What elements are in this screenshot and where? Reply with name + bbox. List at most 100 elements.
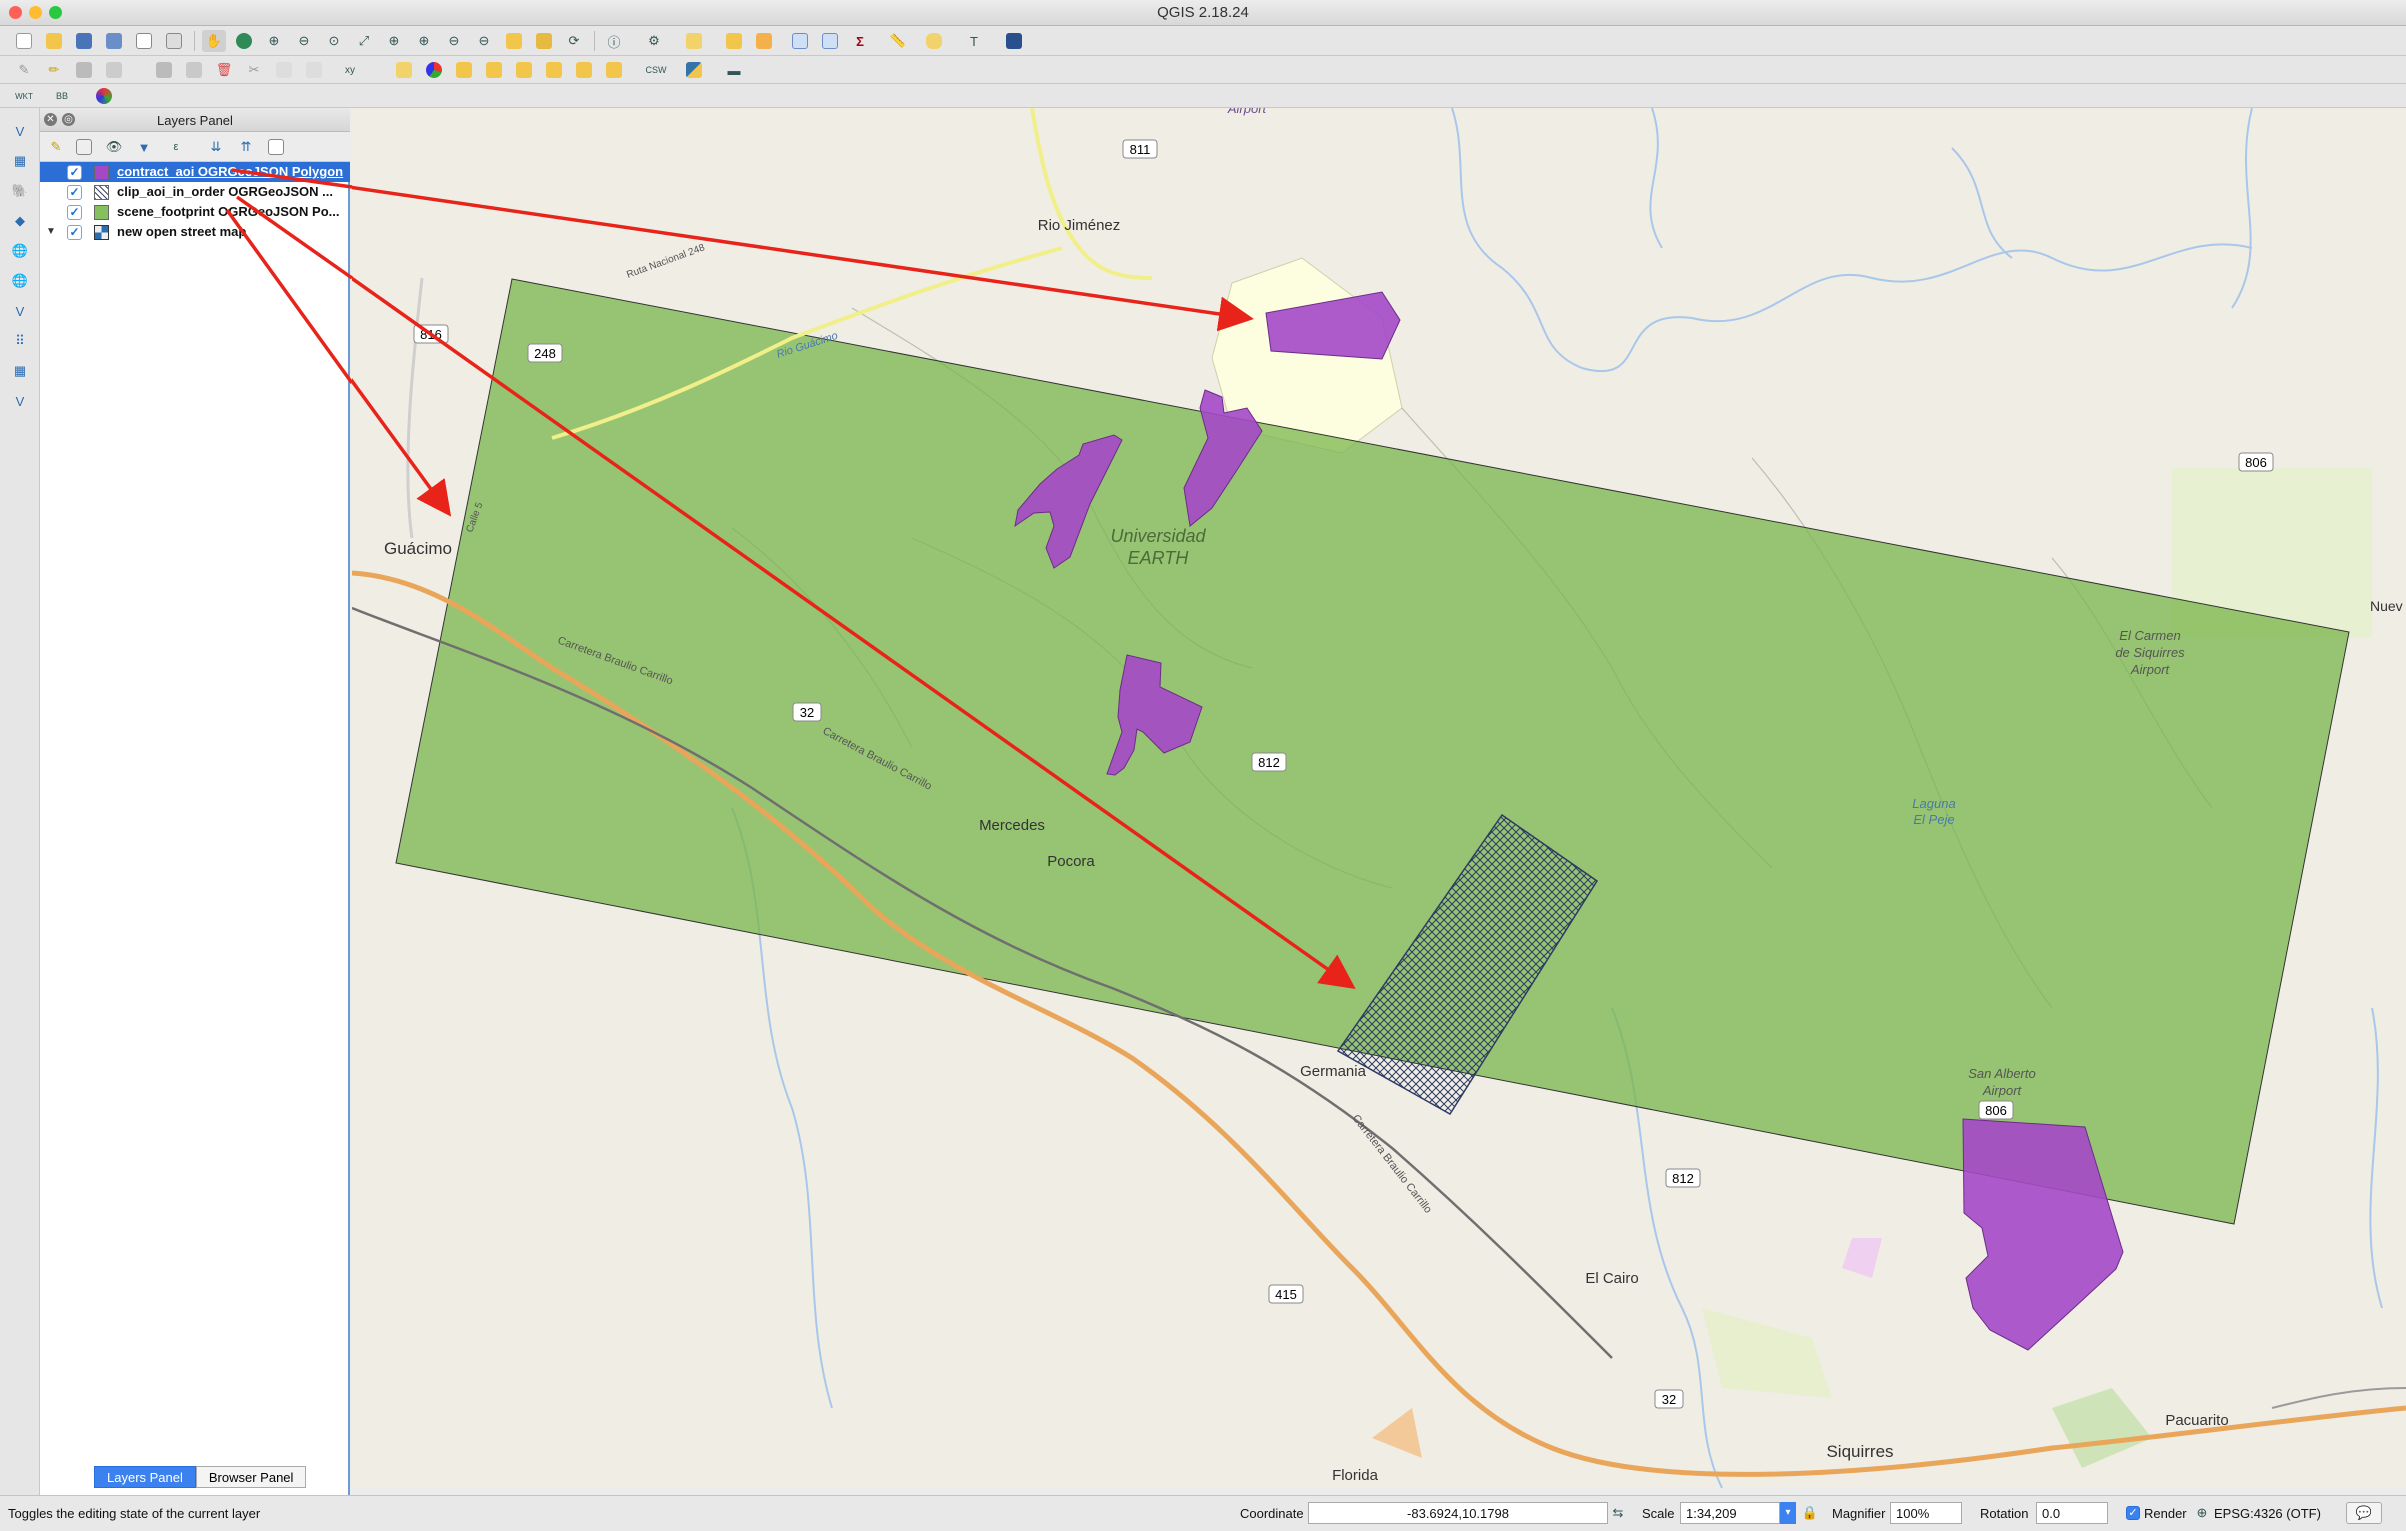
csw-icon[interactable]: CSW <box>644 59 668 81</box>
node-tool-icon[interactable] <box>182 59 206 81</box>
copy-features-icon[interactable] <box>272 59 296 81</box>
add-virtual-layer-icon[interactable]: ▦ <box>8 360 32 382</box>
add-wcs-layer-icon[interactable]: 🌐 <box>8 270 32 292</box>
refresh-icon[interactable]: ⟳ <box>562 30 586 52</box>
layer-toolbar: V ▦ 🐘 ◆ 🌐 🌐 V ⠿ ▦ V <box>0 108 40 1495</box>
zoom-full-icon[interactable]: ⤢ <box>352 30 376 52</box>
open-project-icon[interactable] <box>42 30 66 52</box>
zoom-to-selection-icon[interactable]: ⊕ <box>382 30 406 52</box>
crs-icon[interactable]: ⊕ <box>2190 1502 2214 1524</box>
layer-visibility-checkbox[interactable]: ✓ <box>67 185 82 200</box>
new-print-composer-icon[interactable] <box>132 30 156 52</box>
scale-dropdown-icon[interactable]: ▾ <box>1780 1502 1796 1524</box>
highlight-pinned-icon[interactable] <box>482 59 506 81</box>
road-label: Carretera Braulio Carrillo <box>1350 1112 1434 1215</box>
zoom-in-icon[interactable]: ⊕ <box>262 30 286 52</box>
new-bookmark-icon[interactable] <box>502 30 526 52</box>
layer-visibility-checkbox[interactable]: ✓ <box>67 225 82 240</box>
save-as-icon[interactable] <box>102 30 126 52</box>
layer-item-contract-aoi[interactable]: ✓ contract_aoi OGRGeoJSON Polygon <box>40 162 350 182</box>
layer-item-clip-aoi[interactable]: ✓ clip_aoi_in_order OGRGeoJSON ... <box>40 182 350 202</box>
action-icon[interactable]: ⚙ <box>642 30 666 52</box>
coordinate-field[interactable]: -83.6924,10.1798 <box>1308 1502 1608 1524</box>
pin-labels-icon[interactable] <box>452 59 476 81</box>
pan-map-icon[interactable]: ✋ <box>202 30 226 52</box>
add-postgis-layer-icon[interactable]: 🐘 <box>8 180 32 202</box>
save-edits-icon[interactable] <box>72 59 96 81</box>
render-checkbox[interactable]: ✓ <box>2126 1506 2140 1520</box>
save-project-icon[interactable] <box>72 30 96 52</box>
rotation-field[interactable]: 0.0 <box>2036 1502 2108 1524</box>
filter-by-expression-icon[interactable]: ε <box>164 136 188 158</box>
select-features-icon[interactable] <box>682 30 706 52</box>
add-wfs-layer-icon[interactable]: V <box>8 300 32 322</box>
pan-to-selection-icon[interactable] <box>232 30 256 52</box>
add-vector-layer-icon[interactable]: V <box>8 120 32 142</box>
paste-features-icon[interactable] <box>302 59 326 81</box>
layer-visibility-checkbox[interactable]: ✓ <box>67 205 82 220</box>
add-group-icon[interactable] <box>72 136 96 158</box>
select-by-expression-icon[interactable] <box>722 30 746 52</box>
label-tool-icon[interactable] <box>392 59 416 81</box>
plugin-dropdown-icon[interactable]: ▬ <box>722 59 746 81</box>
tab-layers-panel[interactable]: Layers Panel <box>94 1466 196 1488</box>
quickmapservices-icon[interactable] <box>92 85 116 107</box>
delete-selected-icon[interactable]: 🗑 <box>212 59 236 81</box>
crs-status[interactable]: EPSG:4326 (OTF) <box>2214 1506 2321 1521</box>
open-attribute-table-icon[interactable] <box>788 30 812 52</box>
lock-scale-icon[interactable]: 🔒 <box>1798 1502 1822 1524</box>
identify-icon[interactable]: ⓘ <box>602 30 626 52</box>
add-delimited-text-icon[interactable]: ⠿ <box>8 330 32 352</box>
zoom-out-icon[interactable]: ⊖ <box>292 30 316 52</box>
composer-manager-icon[interactable] <box>162 30 186 52</box>
layer-item-scene-footprint[interactable]: ✓ scene_footprint OGRGeoJSON Po... <box>40 202 350 222</box>
add-raster-layer-icon[interactable]: ▦ <box>8 150 32 172</box>
toggle-extents-icon[interactable]: ⇆ <box>1606 1502 1630 1524</box>
remove-layer-icon[interactable] <box>264 136 288 158</box>
change-label-icon[interactable] <box>602 59 626 81</box>
move-label-icon[interactable] <box>542 59 566 81</box>
zoom-next-icon[interactable]: ⊖ <box>472 30 496 52</box>
layer-visibility-checkbox[interactable]: ✓ <box>67 165 82 180</box>
rotate-label-icon[interactable] <box>572 59 596 81</box>
move-feature-icon[interactable] <box>152 59 176 81</box>
zoom-native-icon[interactable]: ⊙ <box>322 30 346 52</box>
map-canvas[interactable]: 811 816 248 32 812 806 806 812 415 32 Ri… <box>352 108 2406 1488</box>
field-calculator-icon[interactable] <box>818 30 842 52</box>
deselect-icon[interactable] <box>752 30 776 52</box>
layer-item-osm[interactable]: ▼ ✓ new open street map <box>40 222 350 242</box>
annotation-icon[interactable] <box>922 30 946 52</box>
style-manager-icon[interactable]: ✎ <box>44 136 68 158</box>
xy-tool-icon[interactable]: xy <box>338 59 362 81</box>
toggle-editing-icon[interactable]: ✏ <box>42 59 66 81</box>
bbox-icon[interactable]: BB <box>50 85 74 107</box>
scale-combo[interactable]: 1:34,209 <box>1680 1502 1780 1524</box>
new-project-icon[interactable] <box>12 30 36 52</box>
messages-icon[interactable]: 💬 <box>2346 1502 2382 1524</box>
zoom-last-icon[interactable]: ⊖ <box>442 30 466 52</box>
magnifier-field[interactable]: 100% <box>1890 1502 1962 1524</box>
measure-icon[interactable]: 📏 <box>886 30 910 52</box>
expand-all-icon[interactable]: ⇊ <box>204 136 228 158</box>
map-tips-icon[interactable]: T <box>962 30 986 52</box>
current-edits-icon[interactable]: ✎ <box>12 59 36 81</box>
filter-legend-icon[interactable]: ▼ <box>132 136 156 158</box>
help-icon[interactable] <box>1002 30 1026 52</box>
expand-triangle-icon[interactable]: ▼ <box>46 226 56 237</box>
add-wms-layer-icon[interactable]: 🌐 <box>8 240 32 262</box>
show-hide-labels-icon[interactable] <box>512 59 536 81</box>
layer-symbol-swatch <box>94 165 109 180</box>
manage-map-themes-icon[interactable]: 👁 <box>102 136 126 158</box>
tab-browser-panel[interactable]: Browser Panel <box>195 1466 307 1488</box>
add-feature-icon[interactable] <box>102 59 126 81</box>
collapse-all-icon[interactable]: ⇈ <box>234 136 258 158</box>
cut-features-icon[interactable]: ✂ <box>242 59 266 81</box>
add-spatialite-layer-icon[interactable]: ◆ <box>8 210 32 232</box>
show-bookmarks-icon[interactable] <box>532 30 556 52</box>
zoom-to-layer-icon[interactable]: ⊕ <box>412 30 436 52</box>
new-layer-icon[interactable]: V <box>8 390 32 412</box>
python-console-icon[interactable] <box>682 59 706 81</box>
wkt-icon[interactable]: WKT <box>12 85 36 107</box>
diagram-tool-icon[interactable] <box>422 59 446 81</box>
statistics-icon[interactable]: Σ <box>848 30 872 52</box>
